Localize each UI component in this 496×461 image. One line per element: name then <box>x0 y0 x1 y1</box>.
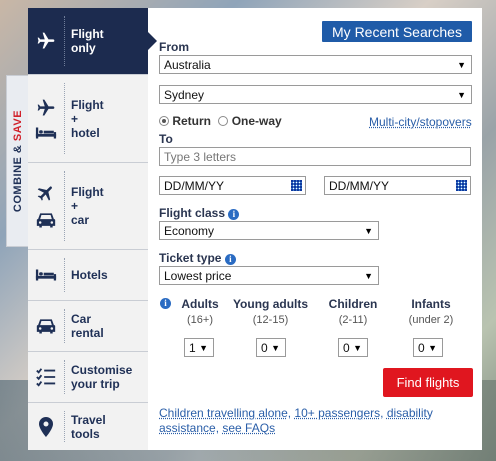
nav-label: Car rental <box>71 312 104 340</box>
from-country-select[interactable]: Australia ▼ <box>159 55 472 74</box>
car-icon <box>36 213 56 228</box>
return-label: Return <box>172 114 212 128</box>
from-label: From <box>159 40 189 54</box>
help-links: Children travelling alone, 10+ passenger… <box>159 406 433 435</box>
to-label: To <box>159 132 173 146</box>
nav-item-flight-hotel[interactable]: Flight + hotel <box>28 75 148 163</box>
children-alone-link[interactable]: Children travelling alone <box>159 406 288 420</box>
to-input[interactable]: Type 3 letters <box>159 147 471 166</box>
ticket-type-text: Ticket type <box>159 251 222 265</box>
bed-icon <box>35 269 57 281</box>
caret-down-icon: ▼ <box>353 343 362 353</box>
nav-label: Customise your trip <box>71 363 133 391</box>
return-date-field[interactable]: DD/MM/YY <box>324 176 471 195</box>
active-tab-pointer <box>148 32 157 50</box>
flight-class-value: Economy <box>164 224 215 238</box>
calendar-icon[interactable] <box>291 180 302 191</box>
children-label: Children (2-11) <box>328 297 378 326</box>
adults-label: Adults (16+) <box>181 297 219 326</box>
caret-down-icon: ▼ <box>364 271 373 281</box>
combine-text: COMBINE & <box>11 144 24 213</box>
nav-label: Flight + car <box>71 185 104 227</box>
save-text: SAVE <box>11 109 24 142</box>
adults-select[interactable]: 1 ▼ <box>184 338 214 357</box>
trip-type-group: Return One-way <box>159 114 282 128</box>
ticket-type-value: Lowest price <box>164 269 232 283</box>
nav-label: Flight + hotel <box>71 97 104 140</box>
calendar-icon[interactable] <box>456 180 467 191</box>
caret-down-icon: ▼ <box>364 226 373 236</box>
info-icon[interactable]: i <box>224 254 236 265</box>
nav-item-flight-only[interactable]: Flight only <box>28 8 148 75</box>
info-icon[interactable]: i <box>228 209 240 220</box>
nav-item-car-rental[interactable]: Car rental <box>28 301 148 352</box>
caret-down-icon: ▼ <box>199 343 208 353</box>
combine-save-label: COMBINE & SAVE <box>6 75 28 247</box>
ten-plus-passengers-link[interactable]: 10+ passengers <box>294 406 380 420</box>
plane-icon <box>37 32 55 49</box>
infants-label: Infants (under 2) <box>408 297 454 326</box>
car-icon <box>36 319 56 334</box>
nav-label: Travel tools <box>71 412 106 441</box>
depart-date-field[interactable]: DD/MM/YY <box>159 176 306 195</box>
oneway-label: One-way <box>231 114 282 128</box>
checklist-icon <box>36 368 56 387</box>
nav-item-travel-tools[interactable]: Travel tools <box>28 403 148 450</box>
from-country-value: Australia <box>164 58 211 72</box>
infants-select[interactable]: 0 ▼ <box>413 338 443 357</box>
multicity-link[interactable]: Multi-city/stopovers <box>369 115 472 129</box>
nav-label: Flight only <box>71 27 104 55</box>
plane-icon <box>37 186 52 201</box>
nav-item-flight-car[interactable]: Flight + car <box>28 163 148 250</box>
caret-down-icon: ▼ <box>271 343 280 353</box>
depart-date-value: DD/MM/YY <box>164 179 224 193</box>
plane-icon <box>37 99 55 115</box>
ticket-type-label: Ticket type i <box>159 251 236 265</box>
oneway-radio[interactable] <box>218 116 229 126</box>
recent-searches-button[interactable]: My Recent Searches <box>322 21 472 42</box>
flight-class-select[interactable]: Economy ▼ <box>159 221 379 240</box>
faqs-link[interactable]: see FAQs <box>222 421 275 435</box>
young-adults-select[interactable]: 0 ▼ <box>256 338 286 357</box>
children-select[interactable]: 0 ▼ <box>338 338 368 357</box>
flight-class-text: Flight class <box>159 206 226 220</box>
young-adults-label: Young adults (12-15) <box>232 297 309 326</box>
bed-icon <box>35 127 57 138</box>
caret-down-icon: ▼ <box>428 343 437 353</box>
to-placeholder: Type 3 letters <box>164 150 237 164</box>
from-city-value: Sydney <box>164 88 205 102</box>
caret-down-icon: ▼ <box>457 90 466 100</box>
return-radio[interactable] <box>159 116 169 126</box>
find-flights-button[interactable]: Find flights <box>383 368 473 397</box>
nav-item-customise-trip[interactable]: Customise your trip <box>28 352 148 403</box>
caret-down-icon: ▼ <box>457 60 466 70</box>
location-pin-icon <box>39 416 53 437</box>
flight-class-label: Flight class i <box>159 206 240 220</box>
nav-label: Hotels <box>71 268 108 282</box>
from-city-select[interactable]: Sydney ▼ <box>159 85 472 104</box>
flight-search-panel: My Recent Searches From Australia ▼ Sydne… <box>148 8 482 450</box>
product-nav: Flight only Flight + hotel Flight + car … <box>28 8 148 450</box>
nav-item-hotels[interactable]: Hotels <box>28 250 148 301</box>
ticket-type-select[interactable]: Lowest price ▼ <box>159 266 379 285</box>
return-date-value: DD/MM/YY <box>329 179 389 193</box>
